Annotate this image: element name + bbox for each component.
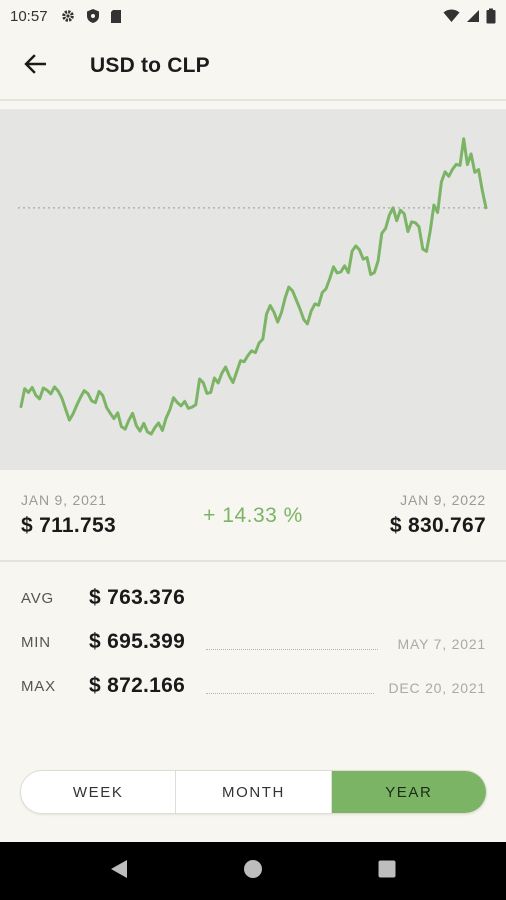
stat-value: $ 695.399 [89, 630, 186, 653]
tab-month[interactable]: MONTH [175, 771, 330, 813]
stat-row-max: MAX $ 872.166 DEC 20, 2021 [0, 666, 506, 706]
chart-svg [18, 137, 488, 436]
nav-back-button[interactable] [107, 859, 131, 883]
nav-back-icon [110, 859, 128, 884]
stat-date: MAY 7, 2021 [397, 636, 486, 652]
wifi-icon [443, 9, 460, 23]
arrow-back-icon [24, 53, 47, 79]
nav-recents-icon [378, 860, 396, 883]
end-value: $ 830.767 [389, 514, 486, 537]
stat-value: $ 872.166 [89, 674, 186, 697]
stat-label: MAX [21, 678, 56, 695]
sd-card-icon [110, 9, 122, 24]
shield-icon [86, 8, 100, 24]
tab-week[interactable]: WEEK [21, 771, 175, 813]
stat-label: MIN [21, 634, 51, 651]
battery-icon [486, 8, 496, 24]
nav-home-icon [243, 859, 263, 884]
stat-value: $ 763.376 [89, 586, 186, 609]
status-time: 10:57 [10, 7, 48, 25]
header-divider [0, 99, 506, 101]
back-button[interactable] [0, 32, 70, 100]
stat-row-avg: AVG $ 763.376 [0, 578, 506, 618]
dotted-leader [206, 649, 378, 650]
tab-year[interactable]: YEAR [330, 771, 486, 813]
cellular-icon [466, 9, 480, 23]
rate-chart [0, 109, 506, 470]
status-bar: 10:57 [0, 0, 506, 32]
app-bar: USD to CLP [0, 32, 506, 100]
period-selector: WEEK MONTH YEAR [20, 770, 487, 814]
stat-label: AVG [21, 590, 54, 607]
end-date: JAN 9, 2022 [400, 492, 486, 508]
system-nav-bar [0, 842, 506, 900]
settings-icon [60, 8, 76, 24]
stat-date: DEC 20, 2021 [388, 680, 486, 696]
summary-section: JAN 9, 2021 $ 711.753 + 14.33 % JAN 9, 2… [0, 470, 506, 560]
summary-divider [0, 560, 506, 562]
series-line [19, 137, 488, 436]
dotted-leader [206, 693, 374, 694]
nav-home-button[interactable] [241, 859, 265, 883]
nav-recents-button[interactable] [375, 859, 399, 883]
stat-row-min: MIN $ 695.399 MAY 7, 2021 [0, 622, 506, 662]
page-title: USD to CLP [90, 54, 210, 77]
